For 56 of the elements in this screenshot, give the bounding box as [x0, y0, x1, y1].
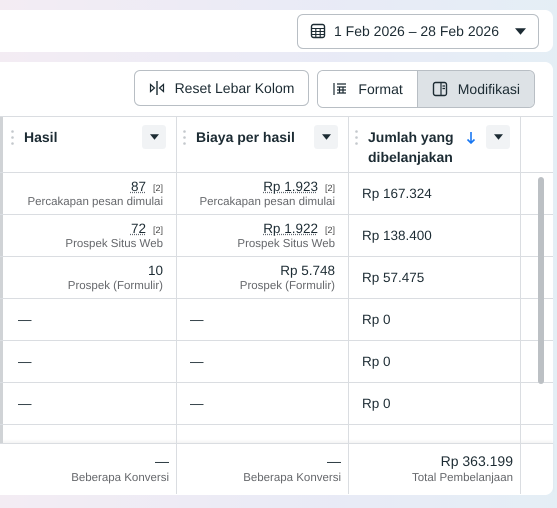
column-menu-button[interactable]	[486, 125, 510, 149]
table-cell: Rp 5.748	[280, 262, 335, 278]
table-cell: 72	[130, 220, 146, 236]
total-value: —	[327, 452, 341, 471]
table-cell: Rp 1.923	[263, 178, 318, 194]
caret-icon	[494, 134, 502, 140]
total-label: Beberapa Konversi	[71, 471, 169, 486]
reset-column-width-button[interactable]: Reset Lebar Kolom	[134, 70, 310, 106]
table-cell: 87	[130, 178, 146, 194]
column-header: Biaya per hasil	[196, 128, 296, 147]
table-cell: Rp 0	[362, 311, 391, 328]
footnote-link[interactable]: [2]	[324, 182, 335, 192]
table-cell: Rp 138.400	[362, 227, 432, 244]
result-type-label: Prospek (Formulir)	[68, 278, 163, 294]
column-header: Jumlah yang dibelanjakan	[368, 128, 455, 167]
table-cell: Rp 167.324	[362, 185, 432, 202]
drag-handle-icon[interactable]	[355, 130, 358, 145]
caret-icon	[150, 134, 158, 140]
list-format-icon	[332, 81, 348, 97]
date-range-button[interactable]: 1 Feb 2026 – 28 Feb 2026	[296, 14, 539, 48]
sort-down-arrow-icon[interactable]	[466, 131, 476, 145]
table-cell: Rp 0	[362, 395, 391, 412]
footnote-link[interactable]: [2]	[152, 182, 163, 192]
table-cell: Rp 0	[362, 353, 391, 370]
result-type-label: Prospek (Formulir)	[240, 278, 335, 294]
table-cell: —	[18, 311, 32, 328]
column-menu-button[interactable]	[314, 125, 338, 149]
table-cell: Rp 1.922	[263, 220, 318, 236]
calendar-icon	[310, 23, 326, 39]
column-resize-icon	[148, 80, 165, 96]
total-label: Beberapa Konversi	[243, 471, 341, 486]
scrollbar[interactable]	[538, 177, 544, 384]
total-value: —	[155, 452, 169, 471]
result-type-label: Prospek Situs Web	[65, 236, 163, 252]
column-header: Hasil	[24, 128, 58, 147]
caret-icon	[515, 28, 526, 34]
table-cell: —	[18, 395, 32, 412]
column-menu-button[interactable]	[142, 125, 166, 149]
footnote-link[interactable]: [2]	[152, 224, 163, 234]
result-type-label: Percakapan pesan dimulai	[27, 194, 163, 210]
total-value: Rp 363.199	[440, 452, 513, 471]
table-cell: Rp 57.475	[362, 269, 424, 286]
table-cell: —	[190, 353, 204, 370]
table-cell: —	[190, 311, 204, 328]
footnote-link[interactable]: [2]	[324, 224, 335, 234]
table-cell: —	[18, 353, 32, 370]
table-cell: —	[190, 395, 204, 412]
drag-handle-icon[interactable]	[11, 130, 14, 145]
drag-handle-icon[interactable]	[183, 130, 186, 145]
total-label: Total Pembelanjaan	[412, 471, 513, 486]
table-cell: 10	[148, 262, 163, 278]
result-type-label: Percakapan pesan dimulai	[199, 194, 335, 210]
view-toggle-button[interactable]: Modifikasi	[416, 71, 534, 107]
result-type-label: Prospek Situs Web	[237, 236, 335, 252]
caret-icon	[322, 134, 330, 140]
panel-icon	[432, 81, 448, 97]
